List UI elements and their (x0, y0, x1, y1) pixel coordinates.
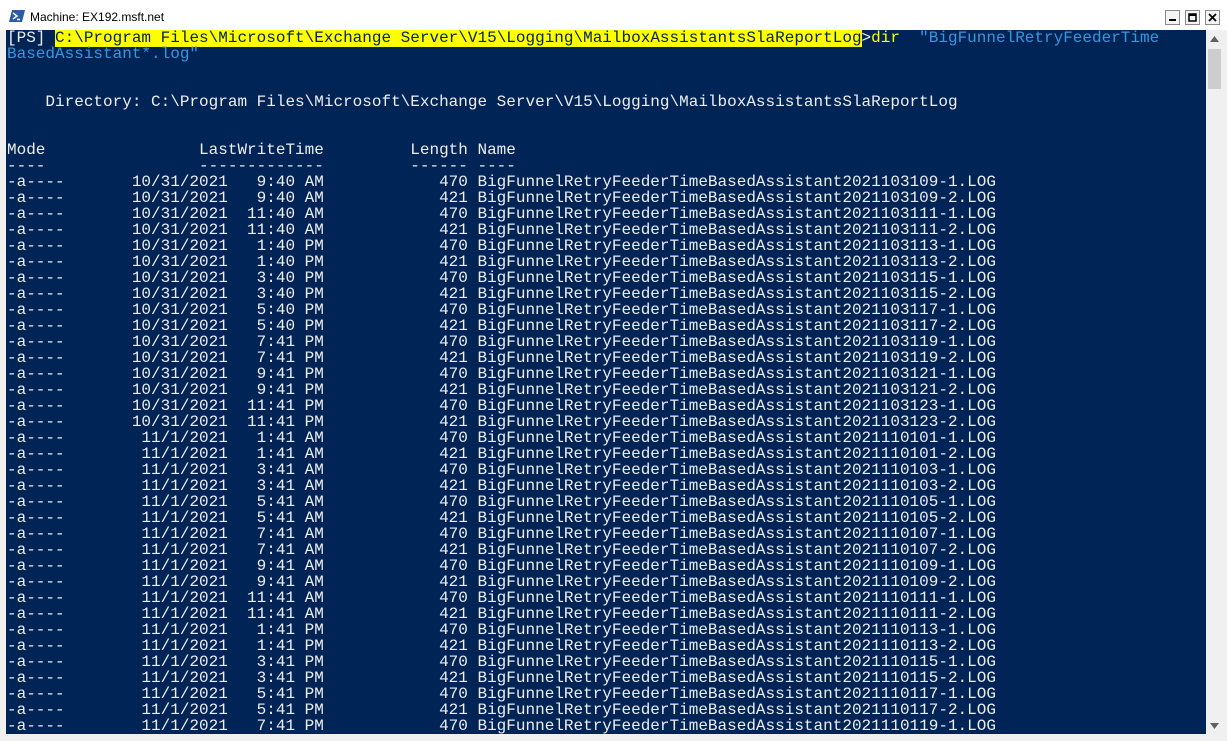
table-row: -a---- 11/1/2021 9:41 AM 470 BigFunnelRe… (7, 557, 996, 575)
table-row: -a---- 11/1/2021 11:41 AM 421 BigFunnelR… (7, 605, 996, 623)
window-title: Machine: EX192.msft.net (30, 10, 165, 24)
table-row: -a---- 10/31/2021 3:40 PM 470 BigFunnelR… (7, 269, 996, 287)
table-row: -a---- 10/31/2021 1:40 PM 421 BigFunnelR… (7, 253, 996, 271)
table-row: -a---- 10/31/2021 5:40 PM 421 BigFunnelR… (7, 317, 996, 335)
prompt-gt: > (861, 30, 872, 47)
table-row: -a---- 11/1/2021 1:41 PM 470 BigFunnelRe… (7, 621, 996, 639)
table-row: -a---- 11/1/2021 3:41 AM 421 BigFunnelRe… (7, 477, 996, 495)
table-row: -a---- 11/1/2021 3:41 PM 470 BigFunnelRe… (7, 653, 996, 671)
table-row: -a---- 10/31/2021 9:41 PM 470 BigFunnelR… (7, 365, 996, 383)
table-row: -a---- 10/31/2021 11:40 AM 421 BigFunnel… (7, 221, 996, 239)
table-row: -a---- 11/1/2021 7:41 AM 421 BigFunnelRe… (7, 541, 996, 559)
table-row: -a---- 11/1/2021 5:41 PM 421 BigFunnelRe… (7, 701, 996, 719)
table-row: -a---- 11/1/2021 9:41 AM 421 BigFunnelRe… (7, 573, 996, 591)
console-output[interactable]: [PS] C:\Program Files\Microsoft\Exchange… (6, 30, 1206, 734)
window-bottom-border (0, 734, 1227, 741)
title-bar[interactable]: Machine: EX192.msft.net (0, 0, 1227, 30)
powershell-icon (9, 10, 25, 22)
table-row: -a---- 11/1/2021 1:41 AM 470 BigFunnelRe… (7, 429, 996, 447)
table-row: -a---- 11/1/2021 1:41 PM 421 BigFunnelRe… (7, 637, 996, 655)
command-text: dir (871, 30, 900, 47)
table-header: Mode LastWriteTime Length Name (7, 141, 516, 159)
table-row: -a---- 11/1/2021 3:41 AM 470 BigFunnelRe… (7, 461, 996, 479)
command-arg-part1: "BigFunnelRetryFeederTime (899, 30, 1160, 47)
table-row: -a---- 11/1/2021 7:41 AM 470 BigFunnelRe… (7, 525, 996, 543)
table-row: -a---- 11/1/2021 11:41 AM 470 BigFunnelR… (7, 589, 996, 607)
table-row: -a---- 11/1/2021 1:41 AM 421 BigFunnelRe… (7, 445, 996, 463)
table-header-underline: ---- ------------- ------ ---- (7, 157, 516, 175)
close-button[interactable] (1205, 10, 1220, 25)
table-row: -a---- 11/1/2021 3:41 PM 421 BigFunnelRe… (7, 669, 996, 687)
directory-line: Directory: C:\Program Files\Microsoft\Ex… (7, 93, 958, 111)
scrollbar-thumb[interactable] (1208, 49, 1221, 89)
vertical-scrollbar[interactable] (1206, 30, 1223, 734)
table-row: -a---- 10/31/2021 11:41 PM 421 BigFunnel… (7, 413, 996, 431)
scroll-down-arrow-icon (1210, 722, 1219, 729)
table-row: -a---- 10/31/2021 7:41 PM 470 BigFunnelR… (7, 333, 996, 351)
table-row: -a---- 11/1/2021 5:41 PM 470 BigFunnelRe… (7, 685, 996, 703)
table-row: -a---- 10/31/2021 7:41 PM 421 BigFunnelR… (7, 349, 996, 367)
table-row: -a---- 10/31/2021 1:40 PM 470 BigFunnelR… (7, 237, 996, 255)
scroll-down-button[interactable] (1206, 717, 1223, 734)
scroll-up-arrow-icon (1210, 35, 1219, 42)
table-row: -a---- 10/31/2021 9:40 AM 470 BigFunnelR… (7, 173, 996, 191)
maximize-button[interactable] (1185, 10, 1200, 25)
table-row: -a---- 10/31/2021 9:41 PM 421 BigFunnelR… (7, 381, 996, 399)
close-icon (1208, 13, 1217, 22)
table-row: -a---- 11/1/2021 5:41 AM 421 BigFunnelRe… (7, 509, 996, 527)
table-row: -a---- 11/1/2021 5:41 AM 470 BigFunnelRe… (7, 493, 996, 511)
scroll-up-button[interactable] (1206, 30, 1223, 47)
table-row: -a---- 10/31/2021 9:40 AM 421 BigFunnelR… (7, 189, 996, 207)
table-row: -a---- 10/31/2021 11:41 PM 470 BigFunnel… (7, 397, 996, 415)
prompt-line: [PS] C:\Program Files\Microsoft\Exchange… (7, 30, 1160, 47)
command-arg-part2: BasedAssistant*.log" (7, 45, 200, 63)
table-row: -a---- 10/31/2021 5:40 PM 470 BigFunnelR… (7, 301, 996, 319)
table-row: -a---- 10/31/2021 11:40 AM 470 BigFunnel… (7, 205, 996, 223)
console-window: Machine: EX192.msft.net [PS] C:\Program … (0, 0, 1227, 741)
minimize-button[interactable] (1165, 10, 1180, 25)
minimize-icon (1169, 19, 1176, 21)
table-row: -a---- 10/31/2021 3:40 PM 421 BigFunnelR… (7, 285, 996, 303)
maximize-icon (1188, 13, 1197, 22)
table-row: -a---- 11/1/2021 7:41 PM 470 BigFunnelRe… (7, 717, 996, 734)
